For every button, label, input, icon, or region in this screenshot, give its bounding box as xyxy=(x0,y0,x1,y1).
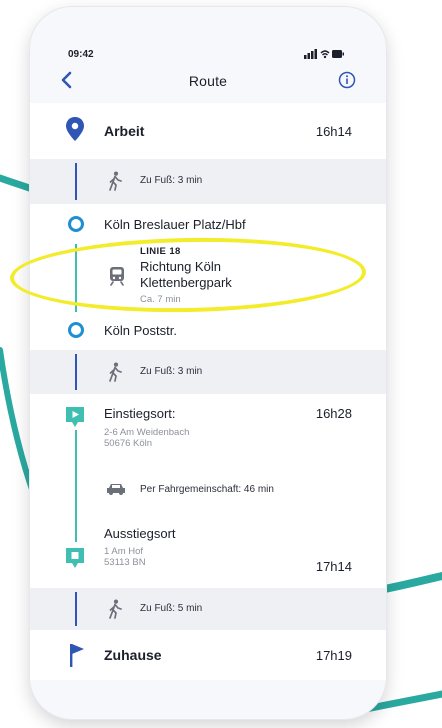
car-icon xyxy=(107,484,125,495)
walk-line xyxy=(75,592,77,626)
route-list: Arbeit 16h14 Zu Fuß: 3 min Köln Breslaue… xyxy=(30,103,386,709)
dropoff-time: 17h14 xyxy=(315,559,352,574)
walk-line xyxy=(75,163,77,200)
status-icons xyxy=(304,49,344,59)
dropoff-label: Ausstiegsort xyxy=(104,526,176,541)
dropoff-address-line2: 53113 BN xyxy=(104,557,146,568)
stop-row-2[interactable]: Köln Poststr. xyxy=(30,312,386,350)
flag-icon xyxy=(70,644,84,667)
stop-1-name: Köln Breslauer Platz/Hbf xyxy=(104,217,246,232)
carpool-text: Per Fahrgemeinschaft: 46 min xyxy=(140,484,274,495)
walking-person-icon xyxy=(109,599,122,619)
walking-person-icon xyxy=(109,171,122,191)
walk-segment-3: Zu Fuß: 5 min xyxy=(30,588,386,630)
pickup-address-line2: 50676 Köln xyxy=(104,438,153,449)
stop-circle-icon xyxy=(68,216,84,232)
walk-3-text: Zu Fuß: 5 min xyxy=(140,603,203,614)
phone-frame: 09:42 Route Arbeit 16h14 Zu Fuß: 3 min K… xyxy=(30,7,386,719)
dropoff-marker-icon xyxy=(66,548,84,568)
location-pin-icon xyxy=(66,117,84,141)
pickup-row[interactable]: Einstiegsort: 16h28 2-6 Am Weidenbach 50… xyxy=(30,394,386,464)
start-time: 16h14 xyxy=(315,124,352,139)
walking-person-icon xyxy=(109,362,122,382)
end-time: 17h19 xyxy=(315,648,352,663)
walk-line xyxy=(75,354,77,390)
carpool-segment[interactable]: Per Fahrgemeinschaft: 46 min xyxy=(30,464,386,514)
stop-circle-icon xyxy=(68,322,84,338)
walk-2-text: Zu Fuß: 3 min xyxy=(140,366,203,377)
status-time: 09:42 xyxy=(68,49,94,60)
walk-segment-2: Zu Fuß: 3 min xyxy=(30,350,386,394)
stop-2-name: Köln Poststr. xyxy=(104,323,177,338)
end-label: Zuhause xyxy=(104,647,162,663)
pickup-label: Einstiegsort: xyxy=(104,406,176,421)
pickup-address-line1: 2-6 Am Weidenbach xyxy=(104,427,190,438)
status-bar: 09:42 xyxy=(30,7,386,67)
page-title: Route xyxy=(188,73,228,89)
nav-bar: Route xyxy=(30,65,386,101)
dropoff-address-line1: 1 Am Hof xyxy=(104,546,144,557)
dropoff-row[interactable]: Ausstiegsort 1 Am Hof 53113 BN 17h14 xyxy=(30,514,386,588)
pickup-marker-icon xyxy=(66,407,84,427)
route-end-row[interactable]: Zuhause 17h19 xyxy=(30,630,386,680)
route-start-row[interactable]: Arbeit 16h14 xyxy=(30,103,386,159)
start-label: Arbeit xyxy=(104,123,145,139)
walk-segment-1: Zu Fuß: 3 min xyxy=(30,159,386,204)
carpool-line xyxy=(75,430,77,464)
info-icon[interactable] xyxy=(338,71,356,89)
pickup-time: 16h28 xyxy=(315,406,352,421)
carpool-line xyxy=(75,464,77,514)
carpool-line xyxy=(75,514,77,542)
walk-1-text: Zu Fuß: 3 min xyxy=(140,175,203,186)
